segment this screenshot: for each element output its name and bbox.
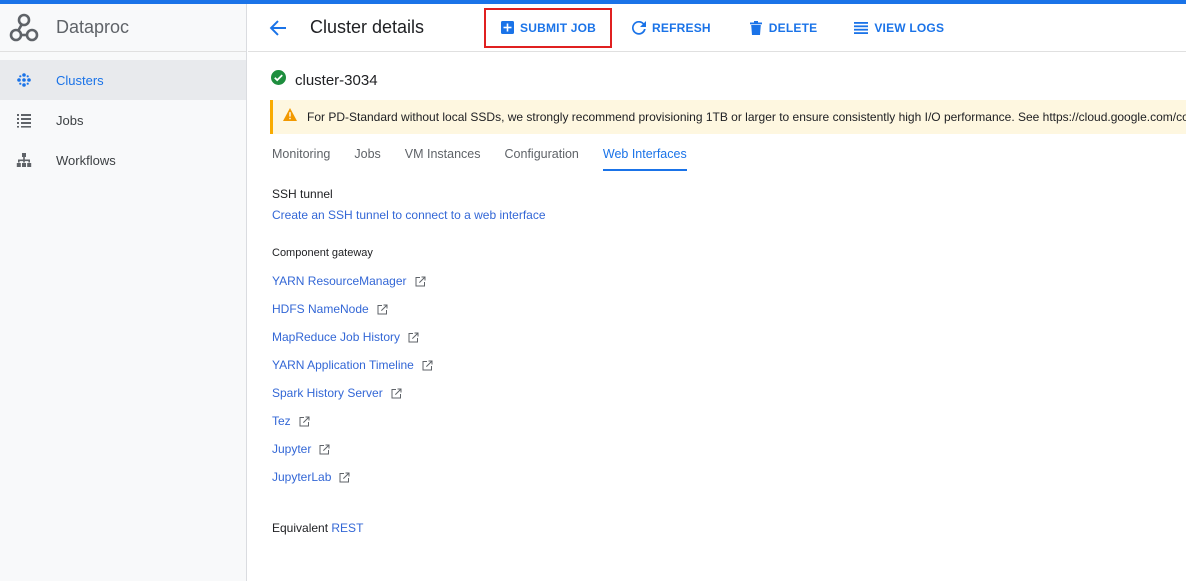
warning-banner: For PD-Standard without local SSDs, we s… [270,100,1186,134]
sidebar-item-label: Jobs [56,112,84,128]
view-logs-label: VIEW LOGS [874,20,945,35]
external-link-icon [415,276,426,287]
external-link-icon [408,332,419,343]
refresh-label: REFRESH [652,20,711,35]
ssh-tunnel-heading: SSH tunnel [272,187,333,201]
logs-list-icon [854,21,869,35]
dataproc-logo-icon [8,12,40,44]
delete-label: DELETE [768,20,818,35]
page-header: Cluster details SUBMIT JOB REFRESH DELET… [248,4,1186,52]
submit-job-label: SUBMIT JOB [520,20,597,35]
product-name: Dataproc [56,17,130,37]
sidebar-item-workflows[interactable]: Workflows [0,140,246,180]
link-jupyterlab[interactable]: JupyterLab [272,470,350,484]
link-label: YARN ResourceManager [272,274,407,288]
submit-job-highlight-box: SUBMIT JOB [484,7,613,48]
sidebar-nav: Clusters Jobs Workflows [0,60,246,180]
refresh-icon [632,20,647,35]
submit-job-button[interactable]: SUBMIT JOB [500,10,596,46]
refresh-button[interactable]: REFRESH [632,10,711,46]
workflow-icon [16,152,32,168]
sidebar: Dataproc Clusters Jobs Workflows [0,4,247,581]
component-gateway-heading: Component gateway [272,247,373,259]
back-arrow-icon[interactable] [266,16,290,40]
sidebar-item-label: Clusters [56,72,104,88]
external-link-icon [299,416,310,427]
link-label: HDFS NameNode [272,302,369,316]
product-header: Dataproc [0,4,246,52]
sidebar-item-jobs[interactable]: Jobs [0,100,246,140]
external-link-icon [339,472,350,483]
view-logs-button[interactable]: VIEW LOGS [854,10,944,46]
link-hdfs-namenode[interactable]: HDFS NameNode [272,302,388,316]
tab-web-interfaces[interactable]: Web Interfaces [602,140,687,171]
clusters-icon [16,72,32,88]
link-spark-history-server[interactable]: Spark History Server [272,386,402,400]
equivalent-rest-row: Equivalent REST [272,521,363,535]
external-link-icon [391,388,402,399]
cluster-name-row: cluster-3034 [271,70,378,90]
tab-vm-instances[interactable]: VM Instances [405,140,481,171]
link-label: JupyterLab [272,470,332,484]
cluster-name: cluster-3034 [295,71,378,89]
link-label: MapReduce Job History [272,330,401,344]
main-content: cluster-3034 For PD-Standard without loc… [248,52,1186,581]
page-title: Cluster details [310,17,425,37]
link-label: Tez [272,414,291,428]
trash-icon [749,20,763,35]
tab-jobs[interactable]: Jobs [354,140,380,171]
external-link-icon [377,304,388,315]
tab-bar: Monitoring Jobs VM Instances Configurati… [272,140,711,171]
equivalent-label: Equivalent [272,521,329,535]
link-label: Spark History Server [272,386,383,400]
link-yarn-resourcemanager[interactable]: YARN ResourceManager [272,274,426,288]
link-mapreduce-job-history[interactable]: MapReduce Job History [272,330,419,344]
link-jupyter[interactable]: Jupyter [272,442,330,456]
tab-monitoring[interactable]: Monitoring [272,140,330,171]
sidebar-item-clusters[interactable]: Clusters [0,60,246,100]
link-label: YARN Application Timeline [272,358,414,372]
sidebar-item-label: Workflows [56,152,116,168]
delete-button[interactable]: DELETE [749,10,818,46]
rest-link[interactable]: REST [331,521,363,535]
add-box-icon [500,21,514,35]
tab-configuration[interactable]: Configuration [505,140,579,171]
external-link-icon [422,360,433,371]
list-icon [16,112,32,128]
link-tez[interactable]: Tez [272,414,310,428]
warning-icon [283,108,297,126]
ssh-tunnel-link[interactable]: Create an SSH tunnel to connect to a web… [272,208,546,222]
link-yarn-application-timeline[interactable]: YARN Application Timeline [272,358,433,372]
warning-text: For PD-Standard without local SSDs, we s… [307,110,1186,124]
external-link-icon [319,444,330,455]
check-circle-icon [271,70,286,90]
link-label: Jupyter [272,442,312,456]
